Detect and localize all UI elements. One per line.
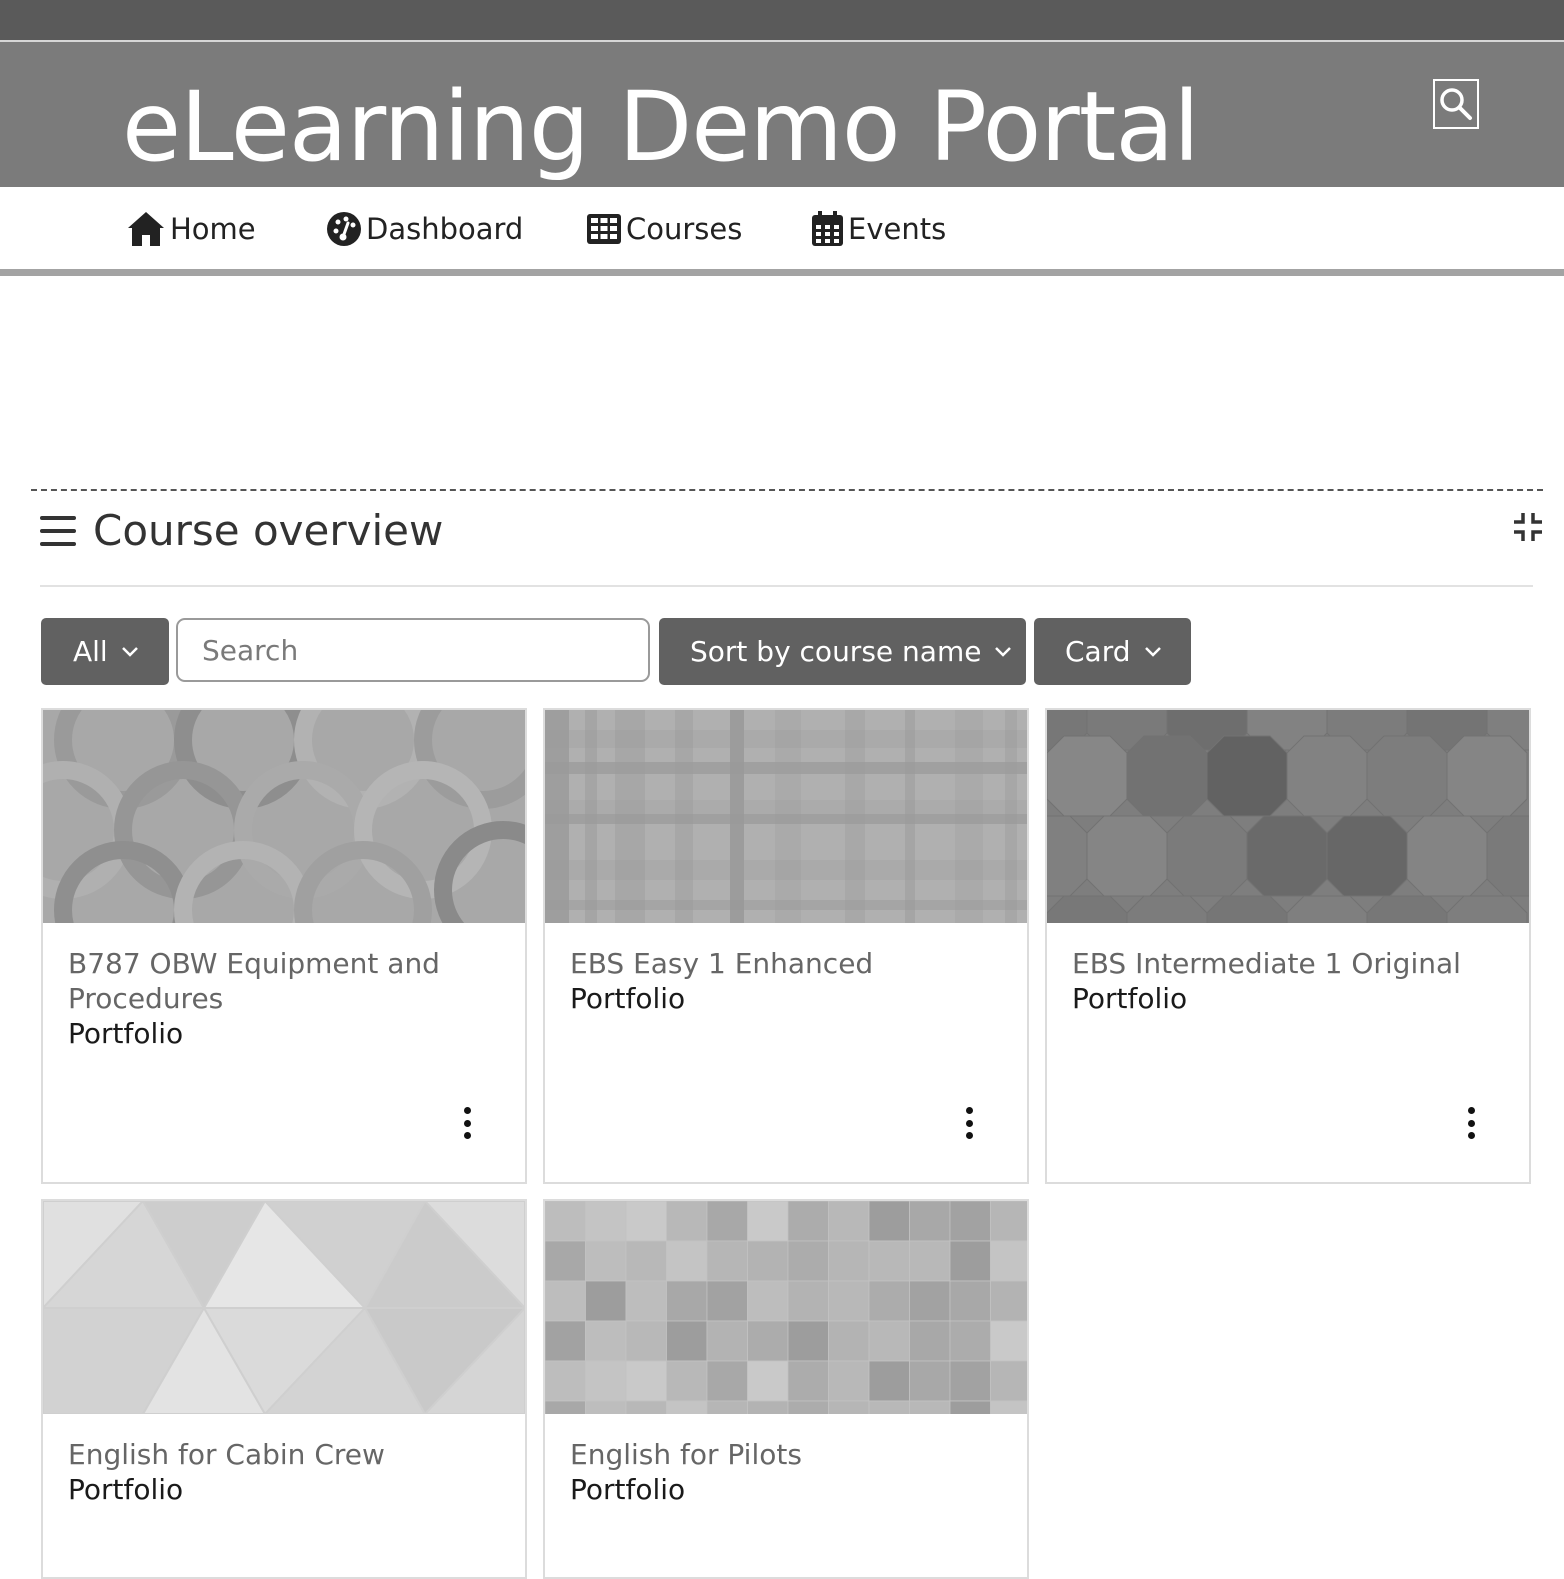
nav-item-dashboard[interactable]: Dashboard: [326, 207, 523, 251]
site-title[interactable]: eLearning Demo Portal: [122, 72, 1200, 182]
nav-item-events[interactable]: Events: [811, 207, 946, 251]
course-card[interactable]: EBS Intermediate 1 Original Portfolio: [1045, 708, 1531, 1184]
course-overview-header: Course overview: [40, 505, 1544, 561]
top-strip: [0, 0, 1564, 40]
course-image[interactable]: [545, 1201, 1027, 1414]
search-input[interactable]: [176, 618, 650, 682]
dot: [965, 1132, 973, 1139]
grouping-dropdown[interactable]: All: [41, 618, 169, 685]
dot: [1467, 1107, 1475, 1114]
course-category: Portfolio: [1072, 982, 1188, 1015]
dot: [1467, 1119, 1475, 1127]
chevron-down-icon: [121, 646, 138, 657]
sort-label: Sort by course name: [690, 635, 982, 668]
course-category: Portfolio: [570, 982, 686, 1015]
course-card[interactable]: English for Cabin Crew Portfolio: [41, 1199, 527, 1579]
dot: [1467, 1132, 1475, 1139]
site-header: eLearning Demo Portal: [0, 42, 1564, 187]
course-menu-button[interactable]: [1461, 1103, 1481, 1143]
dashboard-icon: [327, 212, 361, 246]
dot: [463, 1119, 471, 1127]
course-category: Portfolio: [68, 1017, 184, 1050]
nav-item-courses[interactable]: Courses: [586, 207, 742, 251]
course-menu-button[interactable]: [959, 1103, 979, 1143]
course-name-text[interactable]: English for Cabin Crew: [68, 1437, 498, 1472]
nav-label: Home: [170, 212, 256, 246]
view-dropdown[interactable]: Card: [1034, 618, 1191, 685]
search-icon: [1440, 88, 1472, 120]
course-card[interactable]: EBS Easy 1 Enhanced Portfolio: [543, 708, 1029, 1184]
chevron-down-icon: [1144, 646, 1161, 657]
chevron-down-icon: [995, 646, 1012, 657]
course-card[interactable]: English for Pilots Portfolio: [543, 1199, 1029, 1579]
nav-label: Dashboard: [366, 212, 524, 246]
course-image[interactable]: [1047, 710, 1529, 923]
course-name[interactable]: B787 OBW Equipment and Procedures Portfo…: [68, 946, 498, 1051]
hamburger-icon[interactable]: [40, 514, 76, 548]
nav-label: Courses: [626, 212, 743, 246]
primary-nav: Home Dashboard Courses Events: [0, 187, 1564, 271]
search-button[interactable]: [1433, 79, 1479, 129]
course-name[interactable]: English for Pilots Portfolio: [570, 1437, 1000, 1507]
course-menu-button[interactable]: [457, 1103, 477, 1143]
course-category: Portfolio: [570, 1473, 686, 1506]
course-name-text[interactable]: B787 OBW Equipment and Procedures: [68, 946, 498, 1016]
sort-dropdown[interactable]: Sort by course name: [659, 618, 1026, 685]
dot: [463, 1132, 471, 1139]
course-name[interactable]: EBS Intermediate 1 Original Portfolio: [1072, 946, 1502, 1016]
view-label: Card: [1065, 635, 1131, 668]
course-image[interactable]: [43, 1201, 525, 1414]
collapse-icon[interactable]: [1513, 511, 1543, 543]
block-divider: [31, 489, 1543, 491]
dot: [965, 1107, 973, 1114]
nav-item-home[interactable]: Home: [126, 207, 256, 251]
course-image[interactable]: [43, 710, 525, 923]
block-title: Course overview: [93, 506, 444, 555]
course-card[interactable]: B787 OBW Equipment and Procedures Portfo…: [41, 708, 527, 1184]
course-name-text[interactable]: EBS Easy 1 Enhanced: [570, 946, 1000, 981]
grouping-label: All: [73, 635, 108, 668]
course-name-text[interactable]: EBS Intermediate 1 Original: [1072, 946, 1502, 981]
grid-icon: [587, 214, 621, 244]
nav-divider: [0, 269, 1564, 276]
home-icon: [128, 212, 164, 246]
header-rule: [40, 585, 1533, 587]
dot: [965, 1119, 973, 1127]
nav-label: Events: [848, 212, 947, 246]
course-category: Portfolio: [68, 1473, 184, 1506]
course-name[interactable]: English for Cabin Crew Portfolio: [68, 1437, 498, 1507]
dot: [463, 1107, 471, 1114]
course-name-text[interactable]: English for Pilots: [570, 1437, 1000, 1472]
calendar-icon: [812, 211, 843, 246]
course-image[interactable]: [545, 710, 1027, 923]
course-name[interactable]: EBS Easy 1 Enhanced Portfolio: [570, 946, 1000, 1016]
